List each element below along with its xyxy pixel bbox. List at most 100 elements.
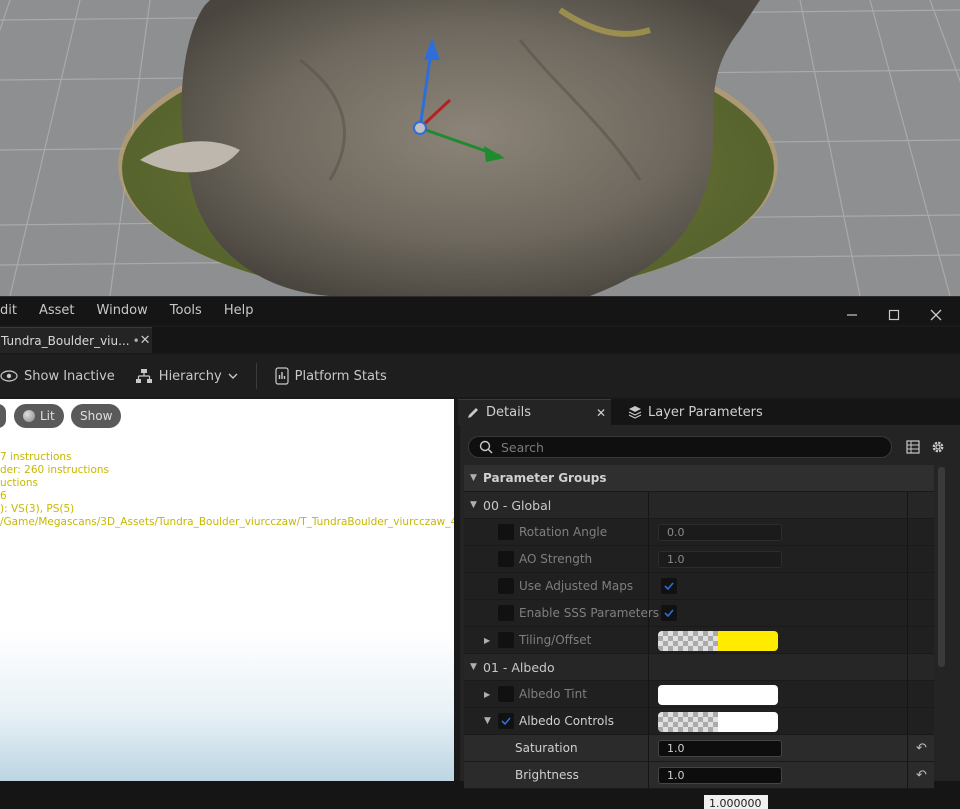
param-tiling-offset: ▶ Tiling/Offset <box>464 627 934 654</box>
search-icon <box>479 440 493 454</box>
override-checkbox[interactable] <box>498 686 514 702</box>
override-checkbox[interactable] <box>498 605 514 621</box>
checkmark-icon <box>501 717 511 726</box>
asset-tab-title: Tundra_Boulder_viu... <box>1 333 130 348</box>
enable-sss-checkbox[interactable] <box>661 605 677 621</box>
preview-background <box>0 631 454 781</box>
3d-viewport[interactable] <box>0 0 960 296</box>
parameter-groups-header[interactable]: ▼ Parameter Groups <box>464 465 934 492</box>
menu-tools[interactable]: Tools <box>159 297 213 325</box>
material-preview-viewport[interactable]: Lit Show 7 instructions der: 260 instruc… <box>0 399 454 781</box>
menu-asset[interactable]: Asset <box>28 297 86 325</box>
override-checkbox[interactable] <box>498 632 514 648</box>
override-checkbox[interactable] <box>498 551 514 567</box>
group-albedo-label: 01 - Albedo <box>483 659 555 675</box>
stats-line: 6 <box>0 490 7 502</box>
gear-icon[interactable] <box>930 439 946 455</box>
ao-strength-input[interactable]: 1.0 <box>658 551 782 568</box>
param-name: Use Adjusted Maps <box>519 579 634 593</box>
close-tab-icon[interactable]: ✕ <box>140 333 151 348</box>
details-area: Details ✕ Layer Parameters Search ▼ Para… <box>458 399 960 809</box>
group-global-label: 00 - Global <box>483 497 552 513</box>
column-divider <box>907 708 908 734</box>
param-name: AO Strength <box>519 552 593 566</box>
brightness-input[interactable]: 1.0 <box>658 767 782 784</box>
expand-right-icon[interactable]: ▶ <box>484 636 490 645</box>
chevron-down-icon <box>228 373 238 379</box>
menu-window[interactable]: Window <box>86 297 159 325</box>
column-divider <box>648 573 649 599</box>
param-ao-strength: AO Strength 1.0 <box>464 546 934 573</box>
rotation-angle-input[interactable]: 0.0 <box>658 524 782 541</box>
param-brightness: Brightness 1.0 ↶ <box>464 762 934 789</box>
platform-stats-label: Platform Stats <box>294 368 387 384</box>
color-fill <box>718 631 778 651</box>
hierarchy-dropdown[interactable]: Hierarchy <box>125 368 248 384</box>
stats-line: uctions <box>0 477 39 489</box>
param-name: Albedo Tint <box>519 687 587 701</box>
use-adjusted-maps-checkbox[interactable] <box>661 578 677 594</box>
details-scrollbar[interactable] <box>938 467 945 667</box>
tiling-offset-color-swatch[interactable] <box>658 631 778 651</box>
override-checkbox[interactable] <box>498 578 514 594</box>
show-inactive-button[interactable]: Show Inactive <box>0 369 125 384</box>
unsaved-indicator: • <box>132 333 140 348</box>
tab-layer-parameters[interactable]: Layer Parameters <box>628 399 763 425</box>
reset-to-default-icon[interactable]: ↶ <box>916 768 927 783</box>
shader-stats-overlay: 7 instructions der: 260 instructions uct… <box>0 451 454 529</box>
param-albedo-controls: ▼ Albedo Controls <box>464 708 934 735</box>
stats-line: /Game/Megascans/3D_Assets/Tundra_Boulder… <box>0 516 454 528</box>
checkmark-icon <box>664 582 674 591</box>
eye-icon <box>0 370 18 382</box>
column-divider <box>907 492 908 518</box>
column-divider <box>907 627 908 653</box>
close-icon <box>930 309 942 321</box>
column-divider <box>907 762 908 788</box>
menu-help[interactable]: Help <box>213 297 265 325</box>
expand-right-icon[interactable]: ▶ <box>484 690 490 699</box>
group-01-albedo[interactable]: ▼ 01 - Albedo <box>464 654 934 681</box>
group-00-global[interactable]: ▼ 00 - Global <box>464 492 934 519</box>
search-input[interactable]: Search <box>468 436 892 458</box>
param-name: Enable SSS Parameters <box>519 606 660 620</box>
param-rotation-angle: Rotation Angle 0.0 <box>464 519 934 546</box>
param-name: Saturation <box>515 741 578 755</box>
expand-down-icon: ▼ <box>470 473 477 483</box>
close-window-button[interactable] <box>922 303 950 327</box>
platform-stats-button[interactable]: Platform Stats <box>265 367 397 385</box>
column-divider <box>648 519 649 545</box>
hierarchy-label: Hierarchy <box>158 368 222 384</box>
saturation-input[interactable]: 1.0 <box>658 740 782 757</box>
minimize-button[interactable] <box>838 303 866 327</box>
albedo-controls-color-swatch[interactable] <box>658 712 778 732</box>
column-divider <box>648 681 649 707</box>
stats-line: ): VS(3), PS(5) <box>0 503 75 515</box>
menu-edit[interactable]: dit <box>0 297 28 325</box>
lit-view-mode-button[interactable]: Lit <box>14 404 64 428</box>
alpha-checker <box>658 631 718 651</box>
override-checkbox[interactable] <box>498 713 514 729</box>
alpha-checker <box>658 712 718 732</box>
albedo-tint-color-swatch[interactable] <box>658 685 778 705</box>
close-details-tab-icon[interactable]: ✕ <box>596 406 606 420</box>
stats-line: 7 instructions <box>0 451 72 463</box>
column-divider <box>907 681 908 707</box>
column-divider <box>648 600 649 626</box>
column-divider <box>907 519 908 545</box>
column-divider <box>648 546 649 572</box>
material-instance-editor: dit Asset Window Tools Help Tundra_Bould… <box>0 296 960 809</box>
param-use-adjusted-maps: Use Adjusted Maps <box>464 573 934 600</box>
column-divider <box>648 735 649 761</box>
expand-down-icon[interactable]: ▼ <box>484 716 491 726</box>
lit-sphere-icon <box>23 410 35 422</box>
editor-toolbar: Show Inactive Hierarchy Platform Stats <box>0 355 960 397</box>
asset-tab[interactable]: Tundra_Boulder_viu... • ✕ <box>0 327 152 353</box>
maximize-button[interactable] <box>880 303 908 327</box>
column-divider <box>648 762 649 788</box>
override-checkbox[interactable] <box>498 524 514 540</box>
table-view-icon[interactable] <box>906 440 920 454</box>
tab-details[interactable]: Details ✕ <box>458 399 611 425</box>
show-flags-button[interactable]: Show <box>71 404 122 428</box>
viewport-options-button[interactable] <box>0 404 6 428</box>
reset-to-default-icon[interactable]: ↶ <box>916 741 927 756</box>
